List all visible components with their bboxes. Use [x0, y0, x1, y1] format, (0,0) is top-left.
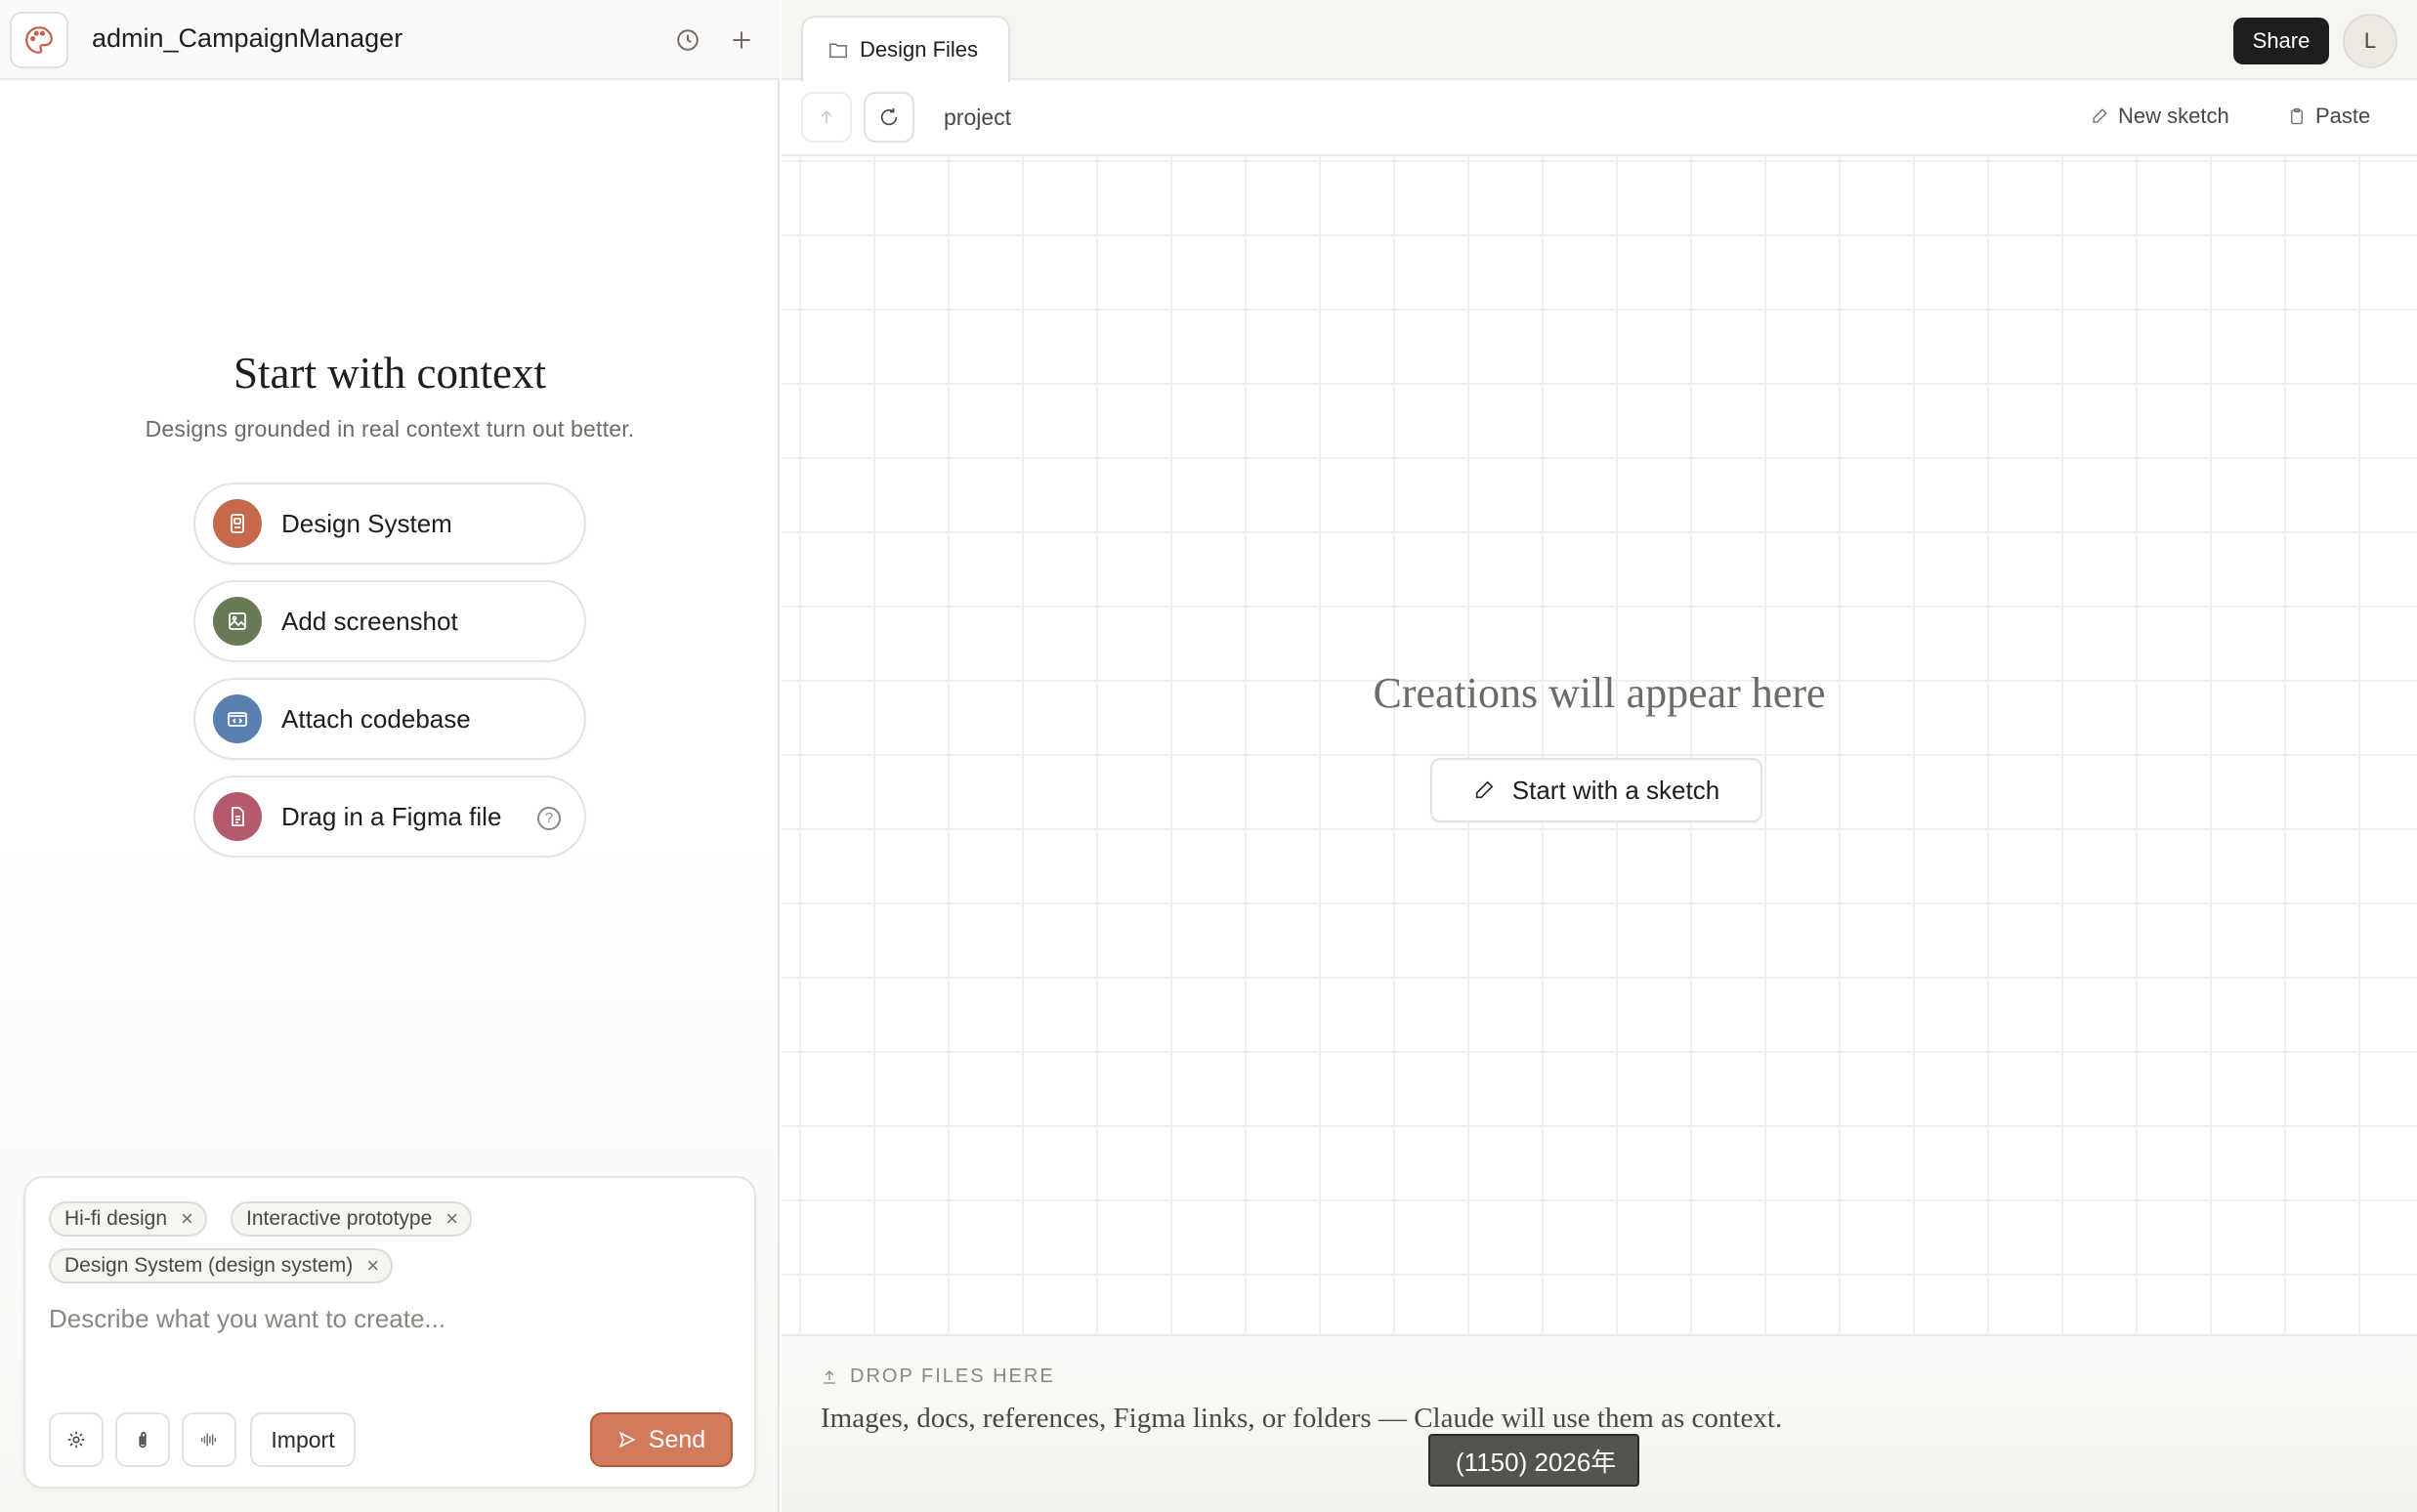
new-sketch-button[interactable]: New sketch	[2091, 104, 2229, 129]
remove-chip-icon[interactable]: ×	[445, 1208, 458, 1230]
file-icon	[213, 792, 262, 841]
paste-button[interactable]: Paste	[2288, 104, 2370, 129]
chat-panel: admin_CampaignManager Start with context…	[0, 0, 780, 1512]
up-directory-button[interactable]	[801, 92, 852, 143]
prompt-composer: Hi-fi design × Interactive prototype × D…	[23, 1176, 756, 1489]
empty-state-title: Creations will appear here	[1373, 669, 1826, 717]
tab-bar: Design Files Share L	[782, 0, 2417, 82]
paperclip-icon	[139, 1431, 147, 1449]
design-canvas[interactable]: Creations will appear here Start with a …	[782, 156, 2417, 1334]
context-title: Start with context	[233, 349, 546, 398]
voice-button[interactable]	[182, 1412, 236, 1467]
context-subtitle: Designs grounded in real context turn ou…	[145, 416, 635, 441]
drop-files-label: DROP FILES HERE	[821, 1365, 1055, 1388]
breadcrumb[interactable]: project	[944, 105, 1011, 131]
remove-chip-icon[interactable]: ×	[366, 1255, 379, 1277]
design-system-button[interactable]: Design System	[193, 483, 586, 565]
new-sketch-label: New sketch	[2118, 104, 2229, 128]
pencil-icon	[1475, 780, 1494, 799]
chip-hi-fi-design[interactable]: Hi-fi design ×	[49, 1201, 207, 1237]
remove-chip-icon[interactable]: ×	[181, 1208, 193, 1230]
paste-label: Paste	[2315, 104, 2371, 128]
start-sketch-button[interactable]: Start with a sketch	[1430, 758, 1762, 822]
pencil-icon	[2093, 108, 2107, 123]
settings-button[interactable]	[49, 1412, 104, 1467]
palette-icon[interactable]	[10, 12, 68, 68]
drop-files-text: DROP FILES HERE	[850, 1365, 1055, 1387]
gear-icon	[67, 1431, 85, 1449]
import-button[interactable]: Import	[250, 1412, 356, 1467]
drop-files-description: Images, docs, references, Figma links, o…	[821, 1403, 1783, 1434]
chip-interactive-prototype[interactable]: Interactive prototype ×	[231, 1201, 473, 1237]
attach-codebase-label: Attach codebase	[281, 703, 471, 734]
share-button[interactable]: Share	[2233, 18, 2329, 64]
overlay-badge: (1150) 2026年	[1428, 1434, 1639, 1487]
waveform-icon	[200, 1433, 217, 1447]
folder-icon	[829, 43, 847, 59]
attach-codebase-button[interactable]: Attach codebase	[193, 678, 586, 760]
refresh-button[interactable]	[864, 92, 914, 143]
tab-label: Design Files	[860, 37, 979, 62]
send-label: Send	[648, 1425, 706, 1453]
refresh-icon	[880, 107, 898, 126]
chip-label: Hi-fi design	[64, 1207, 168, 1230]
prompt-input[interactable]	[49, 1299, 733, 1338]
project-title: admin_CampaignManager	[92, 23, 403, 53]
code-icon	[213, 694, 262, 743]
figma-file-label: Drag in a Figma file	[281, 801, 502, 831]
send-icon	[618, 1431, 636, 1449]
add-screenshot-button[interactable]: Add screenshot	[193, 580, 586, 662]
chat-header: admin_CampaignManager	[0, 0, 780, 80]
design-system-icon	[213, 499, 262, 548]
figma-file-button[interactable]: Drag in a Figma file ?	[193, 776, 586, 858]
chip-design-system[interactable]: Design System (design system) ×	[49, 1248, 394, 1283]
start-sketch-label: Start with a sketch	[1511, 775, 1720, 805]
file-toolbar: project New sketch Paste	[782, 82, 2417, 156]
arrow-up-icon	[821, 110, 832, 124]
image-icon	[213, 597, 262, 646]
send-button[interactable]: Send	[590, 1412, 733, 1467]
upload-icon	[824, 1369, 835, 1384]
help-icon[interactable]: ?	[537, 807, 561, 830]
chip-label: Design System (design system)	[64, 1254, 354, 1277]
clock-icon[interactable]	[669, 21, 706, 59]
add-screenshot-label: Add screenshot	[281, 606, 458, 636]
avatar[interactable]: L	[2343, 14, 2397, 68]
design-system-label: Design System	[281, 508, 452, 538]
app-window: admin_CampaignManager Start with context…	[0, 0, 2417, 1512]
tab-design-files[interactable]: Design Files	[801, 16, 1010, 82]
plus-icon[interactable]	[723, 21, 760, 59]
clipboard-icon	[2291, 107, 2303, 125]
attach-button[interactable]	[115, 1412, 170, 1467]
files-panel: Design Files Share L project New sketch …	[782, 0, 2417, 1512]
chip-label: Interactive prototype	[246, 1207, 433, 1230]
